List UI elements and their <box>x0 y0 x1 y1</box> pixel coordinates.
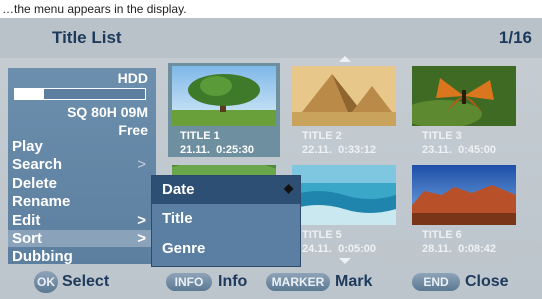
title-duration: 0:45:00 <box>458 144 497 156</box>
title-name: TITLE 6 <box>422 229 462 241</box>
title-date: 24.11. <box>302 243 332 255</box>
scroll-up-icon[interactable] <box>339 56 351 62</box>
menu-item-search[interactable]: Search > <box>12 156 152 173</box>
info-key-icon[interactable]: INFO <box>166 273 212 291</box>
key-label-info: Info <box>218 273 248 290</box>
title-date-duration: 22.11. 0:33:12 <box>302 144 376 156</box>
title-duration: 0:33:12 <box>338 144 377 156</box>
title-date-duration: 23.11. 0:45:00 <box>422 144 496 156</box>
title-date: 28.11. <box>422 243 452 255</box>
title-date-duration: 28.11. 0:08:42 <box>422 243 496 255</box>
sort-option-label: Genre <box>162 240 206 257</box>
sort-option-label: Title <box>162 210 193 227</box>
menu-item-rename[interactable]: Rename <box>12 193 152 210</box>
title-name: TITLE 1 <box>180 130 220 142</box>
title-date-duration: 21.11. 0:25:30 <box>180 144 254 156</box>
title-thumbnail-5[interactable]: TITLE 5 24.11. 0:05:00 <box>288 162 400 256</box>
title-date: 21.11. <box>180 144 210 156</box>
title-date-duration: 24.11. 0:05:00 <box>302 243 376 255</box>
menu-item-label: Search <box>12 156 63 173</box>
instruction-text: …the menu appears in the display. <box>2 2 187 16</box>
disc-space-bar <box>14 88 146 100</box>
thumbnail-image <box>292 165 396 225</box>
menu-item-sort[interactable]: Sort > <box>8 230 156 247</box>
thumbnail-image <box>292 66 396 126</box>
menu-item-edit[interactable]: Edit > <box>12 212 152 229</box>
title-thumbnail-6[interactable]: TITLE 6 28.11. 0:08:42 <box>408 162 520 256</box>
bottom-key-bar: OK Select INFO Info MARKER Mark END Clos… <box>0 270 542 299</box>
side-menu: HDD SQ 80H 09M Free Play Search > Delete… <box>8 68 156 265</box>
title-duration: 0:05:00 <box>338 243 377 255</box>
thumbnail-image <box>412 66 516 126</box>
disc-space-bar-fill <box>15 89 44 99</box>
sort-option-genre[interactable]: Genre <box>152 235 300 263</box>
thumbnail-image <box>412 165 516 225</box>
disc-label: HDD <box>117 70 148 86</box>
page-title: Title List <box>52 28 122 47</box>
menu-item-delete[interactable]: Delete <box>12 175 152 192</box>
title-thumbnail-1[interactable]: TITLE 1 21.11. 0:25:30 <box>168 63 280 157</box>
title-thumbnail-2[interactable]: TITLE 2 22.11. 0:33:12 <box>288 63 400 157</box>
key-label-close: Close <box>465 273 509 290</box>
key-label-mark: Mark <box>335 273 373 290</box>
title-duration: 0:08:42 <box>458 243 497 255</box>
title-name: TITLE 3 <box>422 130 462 142</box>
menu-item-label: Play <box>12 138 43 155</box>
title-thumbnail-3[interactable]: TITLE 3 23.11. 0:45:00 <box>408 63 520 157</box>
title-date: 22.11. <box>302 144 332 156</box>
submenu-arrow-icon: > <box>137 156 146 173</box>
end-key-icon[interactable]: END <box>412 273 460 291</box>
sort-option-label: Date <box>162 181 195 198</box>
top-frame: …the menu appears in the display. <box>0 0 542 18</box>
marker-key-icon[interactable]: MARKER <box>266 273 330 291</box>
title-date: 23.11. <box>422 144 452 156</box>
submenu-arrow-icon: > <box>137 230 146 247</box>
scroll-down-icon[interactable] <box>339 258 351 264</box>
menu-item-label: Rename <box>12 193 71 210</box>
space-remaining: SQ 80H 09M <box>67 104 148 120</box>
menu-item-label: Edit <box>12 212 41 229</box>
menu-item-label: Delete <box>12 175 58 192</box>
sort-popup: Date ◆ Title Genre <box>151 175 301 267</box>
title-name: TITLE 2 <box>302 130 342 142</box>
menu-item-label: Sort <box>12 230 42 247</box>
menu-item-dubbing[interactable]: Dubbing <box>12 248 152 265</box>
sort-option-date[interactable]: Date ◆ <box>152 176 300 204</box>
thumbnail-image <box>172 66 276 126</box>
title-duration: 0:25:30 <box>216 144 255 156</box>
page-counter: 1/16 <box>498 28 532 47</box>
title-list-screen: …the menu appears in the display. Title … <box>0 0 542 299</box>
selected-marker-icon: ◆ <box>284 181 294 195</box>
sort-option-title[interactable]: Title <box>152 205 300 233</box>
key-label-select: Select <box>62 273 110 290</box>
title-name: TITLE 5 <box>302 229 342 241</box>
menu-item-play[interactable]: Play <box>12 138 152 155</box>
space-status: Free <box>118 122 148 138</box>
ok-key-icon[interactable]: OK <box>34 271 58 293</box>
submenu-arrow-icon: > <box>137 212 146 229</box>
menu-item-label: Dubbing <box>12 248 73 265</box>
